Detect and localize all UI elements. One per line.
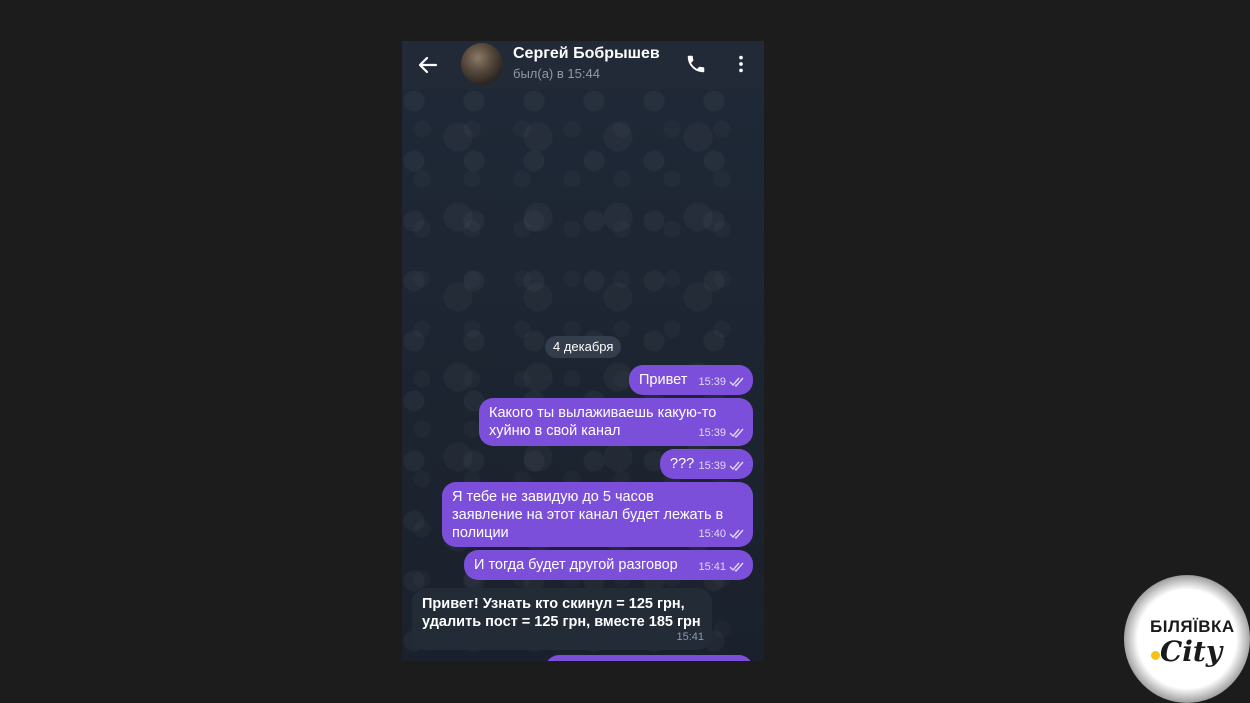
message-bubble-partial[interactable] — [545, 655, 753, 661]
message-time: 15:39 — [698, 427, 726, 439]
contact-name[interactable]: Сергей Бобрышев — [513, 45, 660, 63]
message-time: 15:40 — [698, 528, 726, 540]
double-check-icon — [729, 562, 744, 572]
message-text: И тогда будет другой разговор — [474, 557, 678, 573]
message-meta: 15:39 — [698, 457, 745, 475]
message-text: Привет! Узнать кто скинул = 125 грн, уда… — [422, 596, 701, 630]
message-time: 15:41 — [698, 561, 726, 573]
chat-header: Сергей Бобрышев был(а) в 15:44 — [402, 41, 764, 89]
watermark-logo: БІЛЯЇВКА City — [1124, 575, 1250, 703]
message-meta: 15:41 — [676, 628, 704, 646]
avatar[interactable] — [461, 43, 503, 85]
message-meta: 15:41 — [698, 558, 745, 576]
double-check-icon — [729, 461, 744, 471]
message-bubble-incoming[interactable]: Привет! Узнать кто скинул = 125 грн, уда… — [412, 588, 712, 650]
more-vert-icon[interactable] — [730, 53, 752, 75]
double-check-icon — [729, 377, 744, 387]
message-time: 15:39 — [698, 460, 726, 472]
watermark-top: БІЛЯЇВКА — [1150, 617, 1235, 636]
phone-icon[interactable] — [685, 53, 707, 75]
message-meta: 15:40 — [698, 525, 745, 543]
date-divider: 4 декабря — [545, 336, 622, 358]
message-text: Какого ты вылаживаешь какую-то хуйню в с… — [489, 405, 717, 439]
watermark-bottom: City — [1160, 635, 1223, 668]
message-text: Привет — [639, 372, 688, 388]
last-seen-status: был(а) в 15:44 — [513, 66, 600, 81]
message-bubble[interactable]: ??? 15:39 — [660, 449, 753, 479]
double-check-icon — [729, 428, 744, 438]
message-bubble[interactable]: Я тебе не завидую до 5 часов заявление н… — [442, 482, 753, 547]
back-arrow-icon[interactable] — [416, 53, 440, 77]
watermark-dot — [1151, 651, 1160, 660]
message-time: 15:39 — [698, 376, 726, 388]
double-check-icon — [729, 529, 744, 539]
message-bubble[interactable]: Привет 15:39 — [629, 365, 753, 395]
message-text: ??? — [670, 456, 695, 472]
chat-screen: Сергей Бобрышев был(а) в 15:44 4 декабря… — [402, 41, 764, 661]
message-time: 15:41 — [676, 631, 704, 643]
message-bubble[interactable]: Какого ты вылаживаешь какую-то хуйню в с… — [479, 398, 753, 446]
message-text: Я тебе не завидую до 5 часов заявление н… — [452, 489, 724, 541]
message-meta: 15:39 — [698, 373, 745, 391]
message-bubble[interactable]: И тогда будет другой разговор 15:41 — [464, 550, 753, 580]
message-meta: 15:39 — [698, 424, 745, 442]
